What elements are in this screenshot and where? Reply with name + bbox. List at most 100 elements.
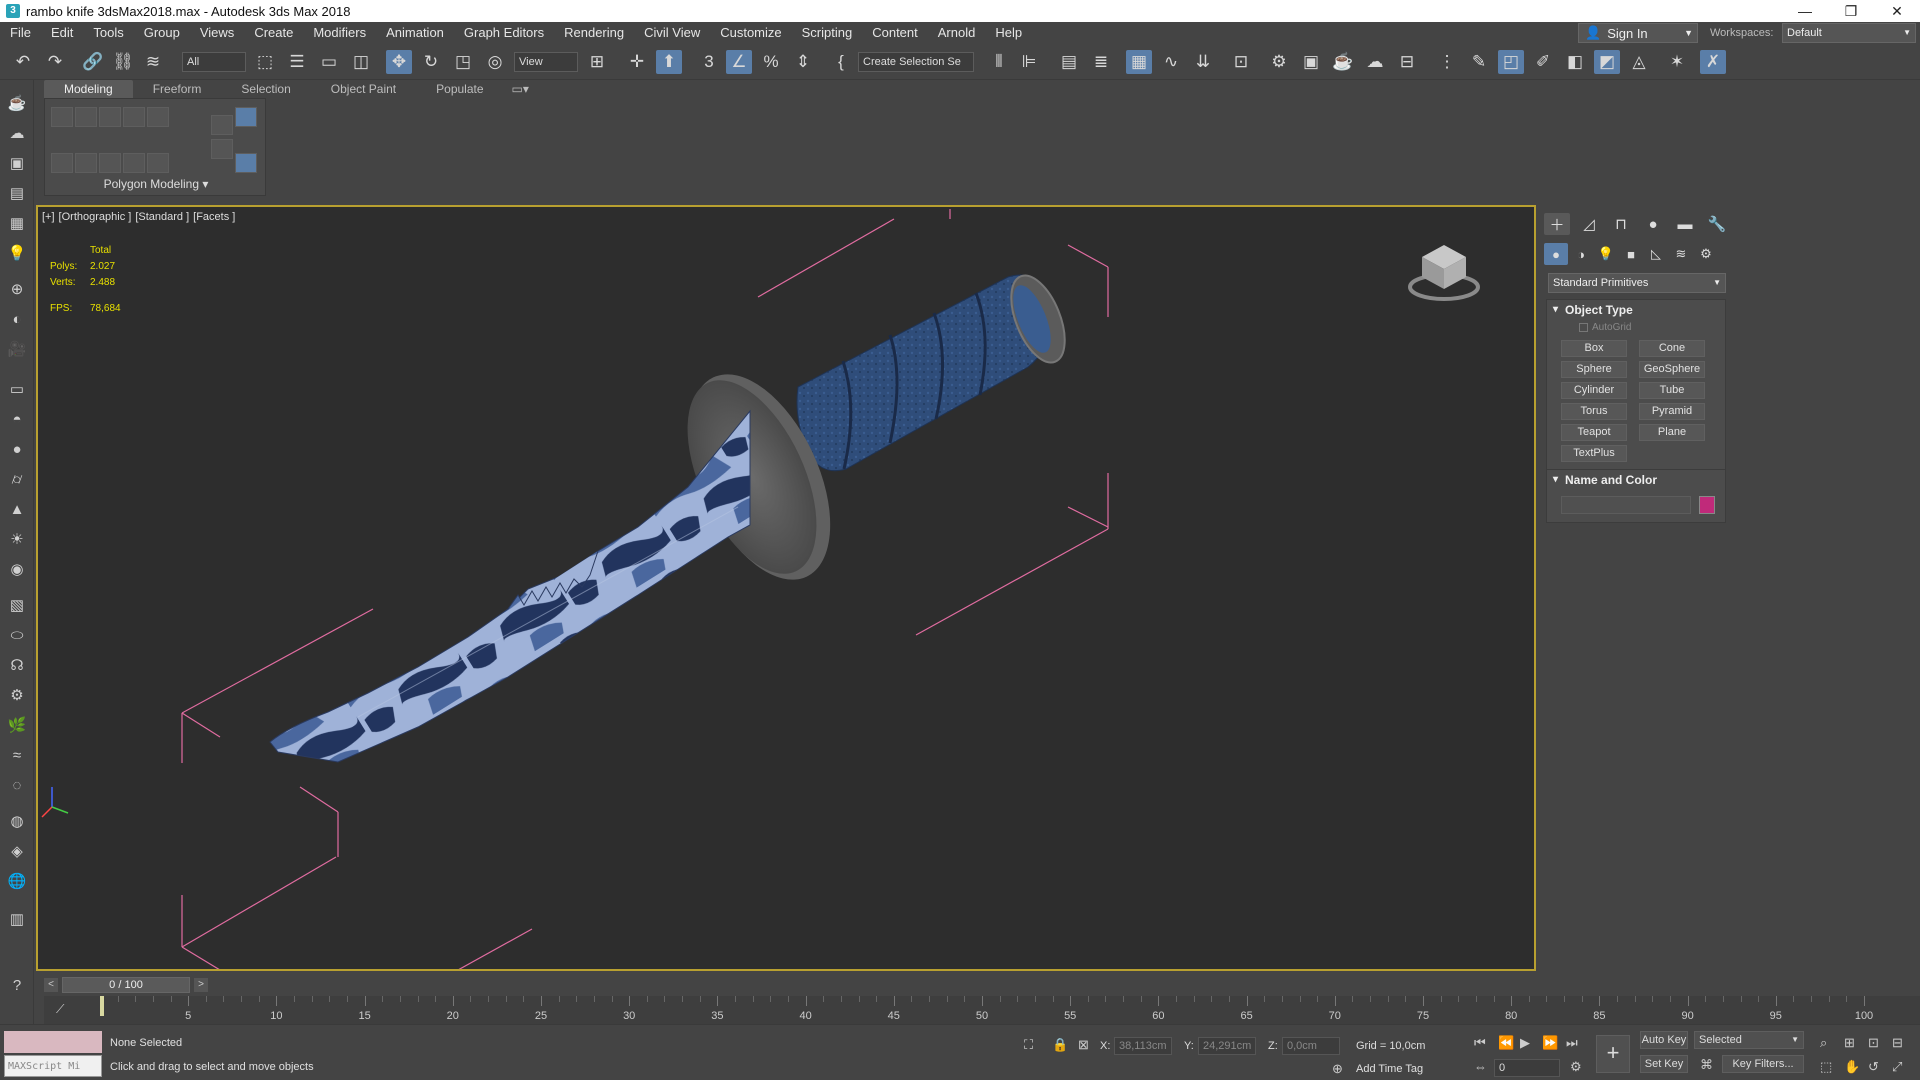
cone-icon[interactable]: ▲: [6, 498, 28, 520]
viewport-point-of-view[interactable]: [Orthographic ]: [59, 211, 132, 223]
globe-icon[interactable]: ◍: [6, 810, 28, 832]
go-to-end-icon[interactable]: ⏭: [1566, 1035, 1578, 1051]
torus-icon[interactable]: ◉: [6, 558, 28, 580]
lights-icon[interactable]: 💡: [1594, 243, 1618, 265]
menu-edit[interactable]: Edit: [41, 22, 83, 44]
menu-tools[interactable]: Tools: [83, 22, 133, 44]
motion-tab-icon[interactable]: ●: [1640, 213, 1666, 235]
viewport-display-mode[interactable]: [Facets ]: [193, 211, 235, 223]
time-tag-icon[interactable]: ⊕: [1332, 1061, 1343, 1077]
grid-list-icon[interactable]: ▦: [6, 212, 28, 234]
modify-stack-button[interactable]: [51, 153, 73, 173]
go-to-start-icon[interactable]: ⏮: [1474, 1035, 1486, 1051]
layer-explorer-icon[interactable]: ≣: [1088, 50, 1114, 74]
auto-key-button[interactable]: Auto Key: [1640, 1031, 1688, 1049]
key-filters-button[interactable]: Key Filters...: [1722, 1055, 1804, 1073]
minimize-button[interactable]: —: [1782, 0, 1828, 22]
geosphere-button[interactable]: GeoSphere: [1639, 361, 1705, 378]
display-tab-icon[interactable]: ▬: [1672, 213, 1698, 235]
teapot-icon[interactable]: ☕: [6, 92, 28, 114]
next-key-icon[interactable]: ⏩: [1542, 1035, 1558, 1051]
paint-icon[interactable]: ◬: [1626, 50, 1652, 74]
pyramid-button[interactable]: Pyramid: [1639, 403, 1705, 420]
vertex-mode-button[interactable]: [51, 107, 73, 127]
unlink-icon[interactable]: ⛓: [110, 50, 136, 74]
render-shortcuts-icon[interactable]: ⊟: [1394, 50, 1420, 74]
spinner-snap-icon[interactable]: ⇕: [790, 50, 816, 74]
redo-icon[interactable]: ↷: [42, 50, 68, 74]
menu-civil-view[interactable]: Civil View: [634, 22, 710, 44]
selection-filter-dropdown[interactable]: All: [182, 52, 246, 72]
zoom-extents-icon[interactable]: ⊡: [1868, 1035, 1879, 1051]
rectangular-selection-icon[interactable]: ▭: [316, 50, 342, 74]
menu-help[interactable]: Help: [985, 22, 1032, 44]
space-warps-icon[interactable]: ≋: [1669, 243, 1693, 265]
tube-button[interactable]: Tube: [1639, 382, 1705, 399]
menu-create[interactable]: Create: [244, 22, 303, 44]
textplus-button[interactable]: TextPlus: [1561, 445, 1627, 462]
add-time-tag-button[interactable]: Add Time Tag: [1356, 1063, 1423, 1075]
helpers-icon[interactable]: ◺: [1644, 243, 1668, 265]
render-production-icon[interactable]: ☕: [1330, 50, 1356, 74]
menu-rendering[interactable]: Rendering: [554, 22, 634, 44]
menu-views[interactable]: Views: [190, 22, 244, 44]
snaps-toggle-icon[interactable]: 3: [696, 50, 722, 74]
modify-tab-icon[interactable]: ◿: [1576, 213, 1602, 235]
pivot-center-icon[interactable]: ⊞: [584, 50, 610, 74]
ribbon-toggle-icon[interactable]: ▦: [1126, 50, 1152, 74]
window-crossing-icon[interactable]: ◫: [348, 50, 374, 74]
preview-icon[interactable]: ◧: [1562, 50, 1588, 74]
y-coordinate-field[interactable]: 24,291cm: [1198, 1037, 1256, 1055]
autogrid-checkbox[interactable]: AutoGrid: [1547, 320, 1725, 336]
x-coordinate-field[interactable]: 38,113cm: [1114, 1037, 1172, 1055]
viewport-shading[interactable]: [Standard ]: [135, 211, 189, 223]
window-icon[interactable]: ▣: [6, 152, 28, 174]
pin-stack-button[interactable]: [235, 107, 257, 127]
link-icon[interactable]: 🔗: [80, 50, 106, 74]
time-slider-thumb[interactable]: 0 / 100: [62, 977, 190, 993]
cylinder-button[interactable]: Cylinder: [1561, 382, 1627, 399]
material-icon[interactable]: ◈: [6, 840, 28, 862]
hair-icon[interactable]: ≈: [6, 744, 28, 766]
select-manipulate-icon[interactable]: ✛: [624, 50, 650, 74]
select-by-name-icon[interactable]: ☰: [284, 50, 310, 74]
knife-blade[interactable]: [269, 409, 751, 763]
menu-scripting[interactable]: Scripting: [792, 22, 863, 44]
pan-icon[interactable]: ✋: [1844, 1059, 1860, 1075]
scale-icon[interactable]: ◳: [450, 50, 476, 74]
xref-icon[interactable]: ✗: [1700, 50, 1726, 74]
sign-in-button[interactable]: 👤 Sign In ▼: [1578, 23, 1698, 43]
teapot-button[interactable]: Teapot: [1561, 424, 1627, 441]
container-icon[interactable]: ▥: [6, 908, 28, 930]
material-editor-icon[interactable]: ⊡: [1228, 50, 1254, 74]
rendered-frame-window-icon[interactable]: ▣: [1298, 50, 1324, 74]
scene-canvas[interactable]: [38, 207, 1536, 971]
maxscript-mini-listener[interactable]: MAXScript Mi: [4, 1055, 102, 1077]
show-end-result-button[interactable]: [123, 153, 145, 173]
workspace-dropdown[interactable]: Default ▼: [1782, 23, 1916, 43]
cameras-icon[interactable]: ■: [1619, 243, 1643, 265]
help-icon[interactable]: ?: [6, 974, 28, 996]
viewcube-icon[interactable]: [1404, 237, 1484, 307]
earth-icon[interactable]: 🌐: [6, 870, 28, 892]
mirror-icon[interactable]: ⫴: [986, 50, 1012, 74]
box-button[interactable]: Box: [1561, 340, 1627, 357]
object-type-title[interactable]: Object Type: [1547, 300, 1725, 320]
cloud-icon[interactable]: ☁: [6, 122, 28, 144]
preserve-uvs-button[interactable]: [211, 139, 233, 159]
bone-icon[interactable]: ☊: [6, 654, 28, 676]
transform-icon[interactable]: ⊕: [6, 278, 28, 300]
tab-selection[interactable]: Selection: [221, 80, 310, 98]
menu-animation[interactable]: Animation: [376, 22, 454, 44]
key-mode-dropdown[interactable]: Selected ▼: [1694, 1031, 1804, 1049]
play-icon[interactable]: ▶: [1520, 1035, 1530, 1051]
previous-key-icon[interactable]: ⏪: [1498, 1035, 1514, 1051]
undo-icon[interactable]: ↶: [10, 50, 36, 74]
wave-icon[interactable]: ◐: [6, 308, 28, 330]
render-setup-icon[interactable]: ⚙: [1266, 50, 1292, 74]
edit-icon[interactable]: ✐: [1530, 50, 1556, 74]
menu-arnold[interactable]: Arnold: [928, 22, 986, 44]
curve-editor-icon[interactable]: ∿: [1158, 50, 1184, 74]
plane-button[interactable]: Plane: [1639, 424, 1705, 441]
key-filters-icon[interactable]: ⌘: [1700, 1057, 1713, 1073]
